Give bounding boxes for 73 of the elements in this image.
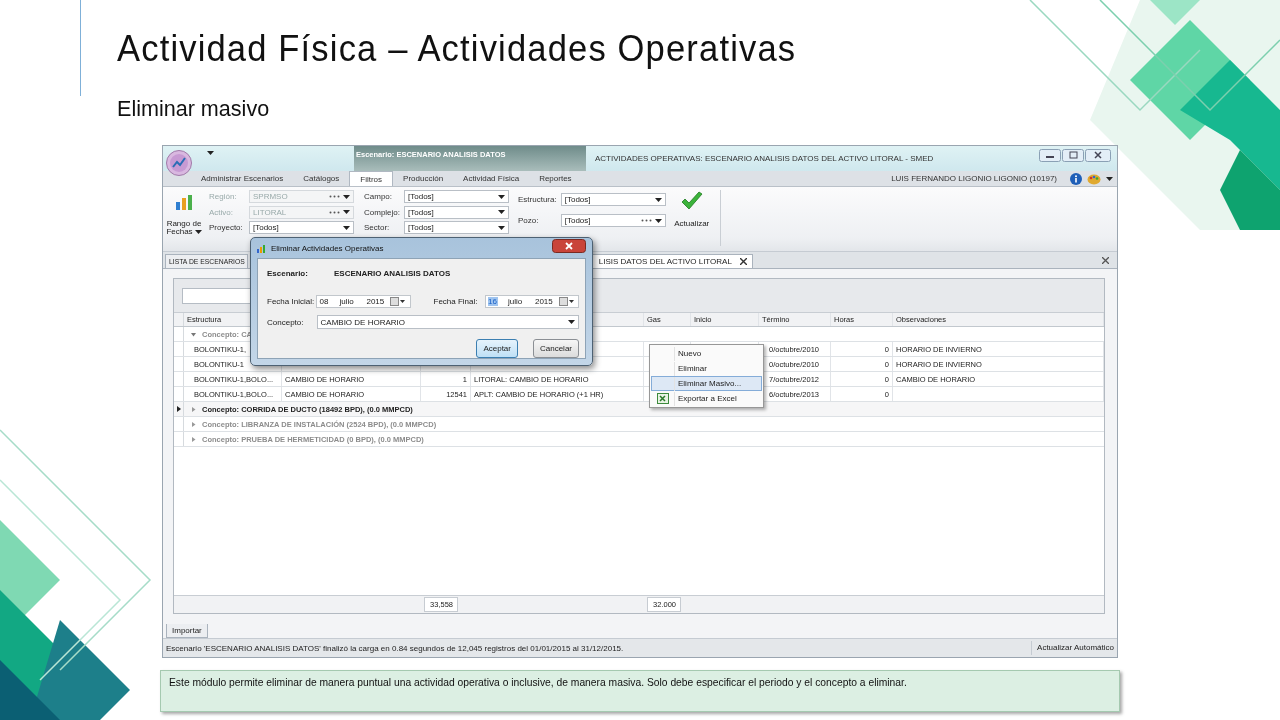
caret-icon[interactable] [498, 225, 505, 230]
user-name: LUIS FERNANDO LIGONIO LIGONIO (10197) [891, 174, 1057, 183]
filter-label: Pozo: [518, 216, 540, 225]
filter-combo[interactable]: [Todos] [249, 221, 354, 234]
dialog-title: Eliminar Actividades Operativas [271, 243, 385, 253]
checkmark-icon [679, 191, 704, 211]
ribbon-tab[interactable]: Administrar Escenarios [191, 171, 294, 186]
note-box: Este módulo permite eliminar de manera puntual una actividad operativa o inclusive, de manera masiva. Solo debe especificar el periodo y el concepto a eliminar. [160, 670, 1120, 712]
calendar-icon[interactable] [390, 297, 406, 306]
cancel-button[interactable]: Cancelar [533, 339, 579, 358]
caret-icon[interactable] [654, 197, 662, 202]
slide-title: Actividad Física – Actividades Operativas [117, 27, 798, 71]
ribbon-tab[interactable]: Reportes [529, 171, 582, 186]
date-label: Fecha Inicial: [267, 297, 316, 306]
scenario-label: Escenario: [267, 269, 309, 278]
close-button[interactable] [552, 239, 586, 253]
filter-label: Sector: [364, 223, 391, 232]
caret-icon[interactable] [1106, 176, 1113, 181]
close-icon[interactable] [739, 258, 747, 265]
filter-label: Complejo: [364, 207, 400, 217]
minimize-button[interactable] [1039, 149, 1061, 162]
concept-combo[interactable]: CAMBIO DE HORARIO [316, 315, 579, 329]
filter-label: Región: [209, 192, 238, 201]
app-orb-icon[interactable] [166, 150, 192, 176]
caret-icon[interactable] [498, 194, 505, 199]
filter-combo[interactable]: [Todos] [404, 205, 509, 219]
caret-icon[interactable] [207, 151, 214, 155]
date-label: Fecha Final: [433, 297, 479, 306]
filter-label: Estructura: [518, 195, 557, 204]
ribbon-tab[interactable]: Catálogos [293, 171, 350, 186]
close-icon[interactable] [1102, 256, 1109, 264]
date-range-button[interactable]: Rango de Fechas [166, 190, 202, 236]
filter-label: Proyecto: [209, 223, 244, 232]
caret-icon[interactable] [194, 230, 202, 234]
accept-button[interactable]: Aceptar [476, 339, 518, 358]
chart-icon [257, 243, 267, 253]
palette-icon[interactable] [1087, 172, 1101, 185]
expander-icon[interactable] [191, 406, 196, 412]
auto-refresh-toggle[interactable]: Actualizar Automático [1031, 641, 1117, 655]
date-field[interactable]: 16 julio 2015 [484, 295, 579, 308]
ribbon-tab[interactable]: Actividad Física [453, 171, 530, 186]
info-icon[interactable] [1070, 172, 1082, 185]
filter-combo[interactable]: [Todos] [404, 221, 509, 234]
filter-combo[interactable]: [Todos] [560, 214, 666, 227]
ribbon-tab[interactable]: Producción [393, 171, 454, 186]
ellipsis-icon[interactable] [640, 219, 652, 222]
scenario-name: ESCENARIO ANALISIS DATOS [334, 269, 451, 278]
row-indicator-icon [176, 406, 181, 412]
bottom-tab[interactable]: Importar [166, 624, 208, 638]
caret-icon[interactable] [568, 320, 575, 324]
menu-item[interactable]: Eliminar Masivo... [651, 376, 762, 391]
menu-item[interactable]: Nuevo [651, 346, 762, 361]
slide-subtitle: Eliminar masivo [117, 96, 271, 122]
expander-icon[interactable] [191, 436, 196, 442]
filter-label: Activo: [209, 207, 234, 217]
caret-icon[interactable] [343, 225, 350, 230]
menu-item[interactable]: Eliminar [651, 361, 762, 376]
status-message: Escenario 'ESCENARIO ANALISIS DATOS' finalizó la carga en 0.84 segundos de 12,045 registros del 01/01/2015 al 31/12/2015. [166, 643, 625, 653]
ribbon-tab[interactable]: Filtros [349, 171, 394, 186]
spreadsheet-icon [657, 393, 669, 404]
bar-chart-icon [175, 193, 193, 211]
filter-label: Campo: [364, 192, 393, 201]
expander-icon[interactable] [191, 331, 196, 337]
filter-combo[interactable]: [Todos] [404, 190, 509, 203]
filter-combo[interactable]: [Todos] [560, 193, 666, 206]
close-button[interactable] [1085, 149, 1111, 162]
calendar-icon[interactable] [558, 297, 574, 306]
caret-icon[interactable] [498, 210, 505, 214]
caret-icon[interactable] [654, 218, 662, 223]
refresh-button[interactable]: Actualizar [669, 190, 721, 246]
window-title: ACTIVIDADES OPERATIVAS: ESCENARIO ANALISIS DATOS DEL ACTIVO LITORAL - SMED [594, 153, 935, 163]
date-field[interactable]: 08 julio 2015 [316, 295, 411, 308]
expander-icon[interactable] [191, 421, 196, 427]
